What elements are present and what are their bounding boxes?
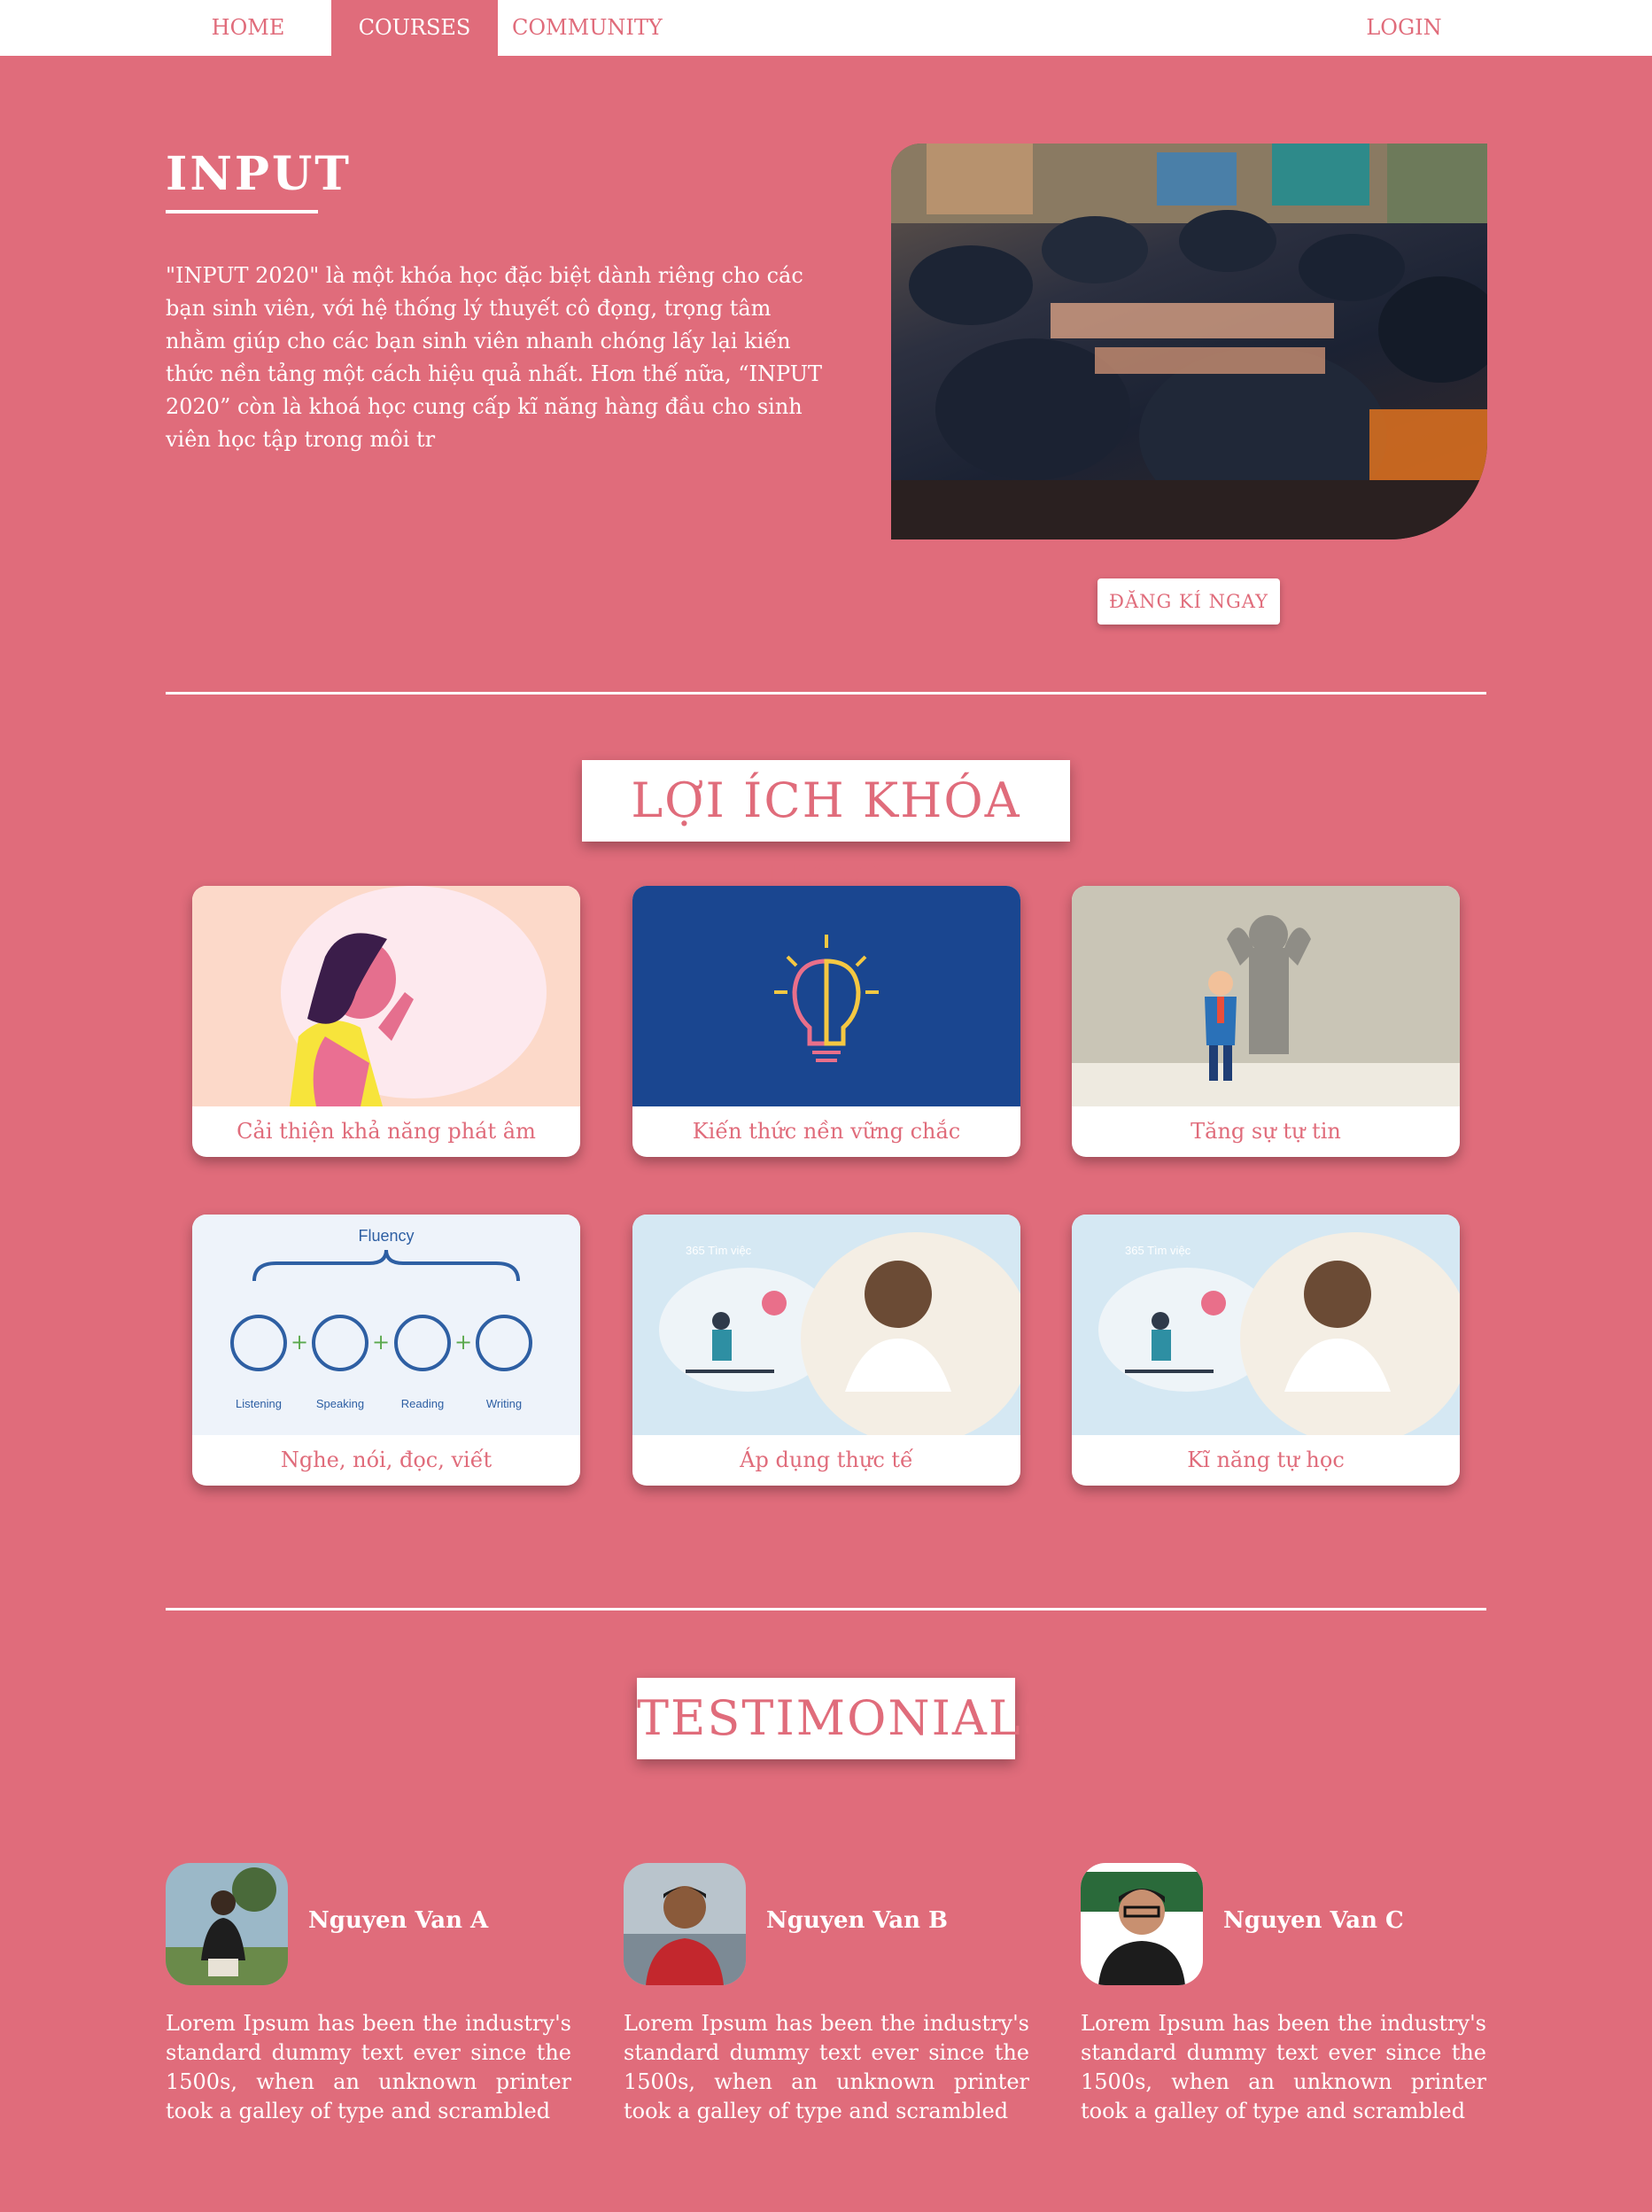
benefit-card-label: Kiến thức nền vững chắc: [692, 1119, 961, 1144]
hero-title-underline: [166, 210, 318, 213]
nav-courses-link[interactable]: COURSES: [331, 0, 498, 56]
benefit-card-pronunciation[interactable]: Cải thiện khả năng phát âm: [192, 886, 580, 1157]
svg-text:Listening: Listening: [236, 1397, 282, 1410]
avatar: [166, 1863, 288, 1985]
testimonial-text: Lorem Ipsum has been the industry's stan…: [624, 2011, 1029, 2123]
svg-text:Reading: Reading: [401, 1397, 444, 1410]
testimonial-name: Nguyen Van A: [308, 1907, 489, 1934]
benefit-card-four-skills[interactable]: Fluency + + + Listening Speaking Reading…: [192, 1215, 580, 1486]
top-nav: HOME COURSES COMMUNITY LOGIN: [0, 0, 1652, 56]
section-divider: [166, 692, 1486, 695]
benefit-card-label: Nghe, nói, đọc, viết: [280, 1448, 492, 1472]
avatar: [1081, 1863, 1203, 1985]
fluency-skills-illustration: Fluency + + + Listening Speaking Reading…: [192, 1215, 580, 1435]
benefit-card-self-study[interactable]: 365 Tìm việc Kĩ năng tự học: [1072, 1215, 1460, 1486]
register-now-button[interactable]: ĐĂNG KÍ NGAY: [1097, 578, 1280, 625]
nav-home-link[interactable]: HOME: [166, 0, 330, 56]
svg-text:+: +: [454, 1330, 472, 1354]
testimonial-name: Nguyen Van C: [1223, 1907, 1404, 1934]
benefit-card-foundation[interactable]: Kiến thức nền vững chắc: [632, 886, 1020, 1157]
watermark-logo: 365 Tìm việc: [1125, 1244, 1191, 1257]
confident-man-illustration: [1072, 886, 1460, 1106]
testimonials-section-title: TESTIMONIALS: [637, 1678, 1055, 1759]
svg-text:Writing: Writing: [486, 1397, 522, 1410]
section-divider: [166, 1608, 1486, 1610]
avatar: [624, 1863, 746, 1985]
testimonial-name: Nguyen Van B: [766, 1907, 949, 1934]
benefit-card-practical[interactable]: 365 Tìm việc Áp dụng thực tế: [632, 1215, 1020, 1486]
fluency-heading: Fluency: [358, 1227, 414, 1245]
brain-lightbulb-icon: [632, 886, 1020, 1106]
benefit-card-label: Áp dụng thực tế: [740, 1448, 913, 1472]
svg-text:Speaking: Speaking: [316, 1397, 364, 1410]
svg-text:+: +: [372, 1330, 390, 1354]
watermark-logo: 365 Tìm việc: [686, 1244, 752, 1257]
office-worker-illustration: 365 Tìm việc: [1072, 1215, 1460, 1445]
hero-description: "INPUT 2020" là một khóa học đặc biệt dà…: [166, 263, 822, 452]
testimonial-text: Lorem Ipsum has been the industry's stan…: [166, 2011, 571, 2123]
benefit-card-label: Tăng sự tự tin: [1191, 1119, 1341, 1144]
speaking-woman-illustration: [192, 886, 580, 1106]
benefit-card-confidence[interactable]: Tăng sự tự tin: [1072, 886, 1460, 1157]
benefit-card-label: Cải thiện khả năng phát âm: [237, 1119, 536, 1144]
testimonial-text: Lorem Ipsum has been the industry's stan…: [1081, 2011, 1486, 2123]
nav-login-link[interactable]: LOGIN: [1329, 0, 1479, 56]
hero-group-photo: [891, 144, 1487, 539]
benefit-card-label: Kĩ năng tự học: [1187, 1448, 1345, 1472]
office-worker-illustration: 365 Tìm việc: [632, 1215, 1020, 1445]
benefits-section-title: LỢI ÍCH KHÓA HỌC: [582, 760, 1070, 910]
hero-title: INPUT: [166, 147, 352, 201]
svg-text:+: +: [291, 1330, 308, 1354]
nav-community-link[interactable]: COMMUNITY: [498, 0, 663, 56]
